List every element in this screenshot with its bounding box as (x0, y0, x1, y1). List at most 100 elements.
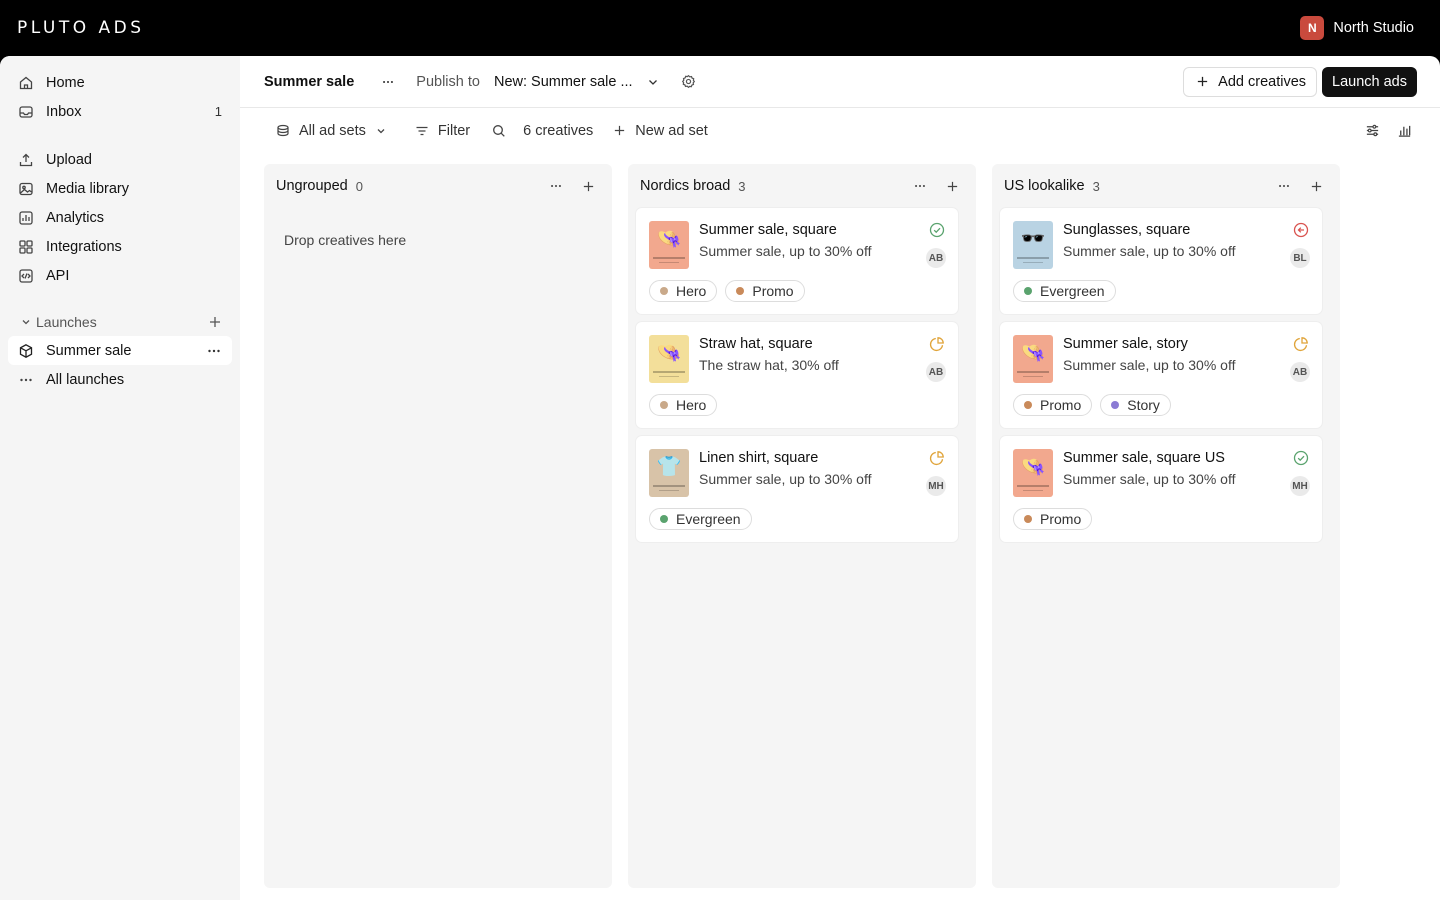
chevron-down-icon (377, 128, 385, 133)
creative-thumbnail: 👕 (649, 449, 689, 497)
more-horizontal-icon (1279, 184, 1289, 188)
sidebar-item-inbox[interactable]: Inbox 1 (8, 97, 232, 126)
column-more-button[interactable] (1272, 174, 1296, 198)
creative-title: Sunglasses, square (1063, 222, 1191, 238)
sidebar-item-home[interactable]: Home (8, 68, 232, 97)
view-settings-button[interactable] (1360, 119, 1384, 143)
ad-sets-label: All ad sets (299, 122, 366, 139)
publish-target-select[interactable]: New: Summer sale ... (494, 74, 633, 90)
more-horizontal-icon (383, 80, 394, 83)
creative-subtitle: Summer sale, up to 30% off (699, 243, 872, 259)
add-launch-icon[interactable] (208, 315, 222, 329)
column-add-button[interactable] (576, 174, 600, 198)
tag-color-dot (736, 287, 745, 295)
thumbnail-product-icon: 👒 (1020, 456, 1046, 478)
creative-card[interactable]: 👒 Summer sale, square Summer sale, up to… (636, 208, 958, 314)
creative-thumbnail: 👒 (1013, 449, 1053, 497)
tag-list: Promo (1013, 508, 1309, 530)
check-circle-icon (1293, 450, 1309, 466)
more-horizontal-icon (20, 378, 32, 381)
sidebar-item-all-launches[interactable]: All launches (8, 365, 232, 394)
thumbnail-product-icon: 👒 (1020, 342, 1046, 364)
launch-ads-button[interactable]: Launch ads (1322, 66, 1417, 97)
search-creatives[interactable]: 6 creatives (492, 123, 593, 139)
assignee-avatar[interactable]: AB (926, 248, 946, 268)
tag-color-dot (1111, 401, 1120, 409)
tag-chip[interactable]: Hero (649, 394, 718, 416)
creative-card[interactable]: 👒 Straw hat, square The straw hat, 30% o… (636, 322, 958, 428)
column-header: Ungrouped 0 (272, 176, 604, 196)
workspace-name: North Studio (1333, 20, 1414, 36)
column-add-button[interactable] (940, 174, 964, 198)
creative-title: Straw hat, square (699, 336, 813, 352)
sidebar: Home Inbox 1 Upload Media library Analyt… (0, 56, 240, 900)
creative-card[interactable]: 👕 Linen shirt, square Summer sale, up to… (636, 436, 958, 542)
thumbnail-product-icon: 👒 (656, 342, 682, 364)
sidebar-item-integrations[interactable]: Integrations (8, 232, 232, 261)
sidebar-item-label: Home (46, 74, 85, 91)
sidebar-item-summer-sale[interactable]: Summer sale (8, 336, 232, 365)
column-more-button[interactable] (544, 174, 568, 198)
new-ad-set-button[interactable]: New ad set (613, 123, 708, 139)
tag-color-dot (1024, 515, 1032, 523)
launch-header: Summer sale Publish to New: Summer sale … (240, 56, 1440, 108)
sidebar-item-media-library[interactable]: Media library (8, 174, 232, 203)
creative-card[interactable]: 🕶️ Sunglasses, square Summer sale, up to… (1000, 208, 1322, 314)
tag-chip[interactable]: Promo (1013, 508, 1093, 530)
publish-settings-button[interactable] (677, 70, 701, 94)
tag-label: Story (1127, 397, 1160, 413)
tag-chip[interactable]: Promo (1013, 394, 1093, 416)
launches-section-header[interactable]: Launches (8, 308, 232, 336)
sidebar-item-label: API (46, 267, 70, 284)
pie-progress-icon (929, 337, 944, 352)
tag-label: Promo (752, 283, 794, 299)
column-count: 3 (1092, 178, 1100, 194)
column-add-button[interactable] (1304, 174, 1328, 198)
column-count: 0 (355, 178, 363, 194)
ad-set-column: Nordics broad 3 👒 Summer sale, square Su… (628, 164, 976, 888)
column-name[interactable]: US lookalike (1004, 178, 1085, 194)
chart-view-button[interactable] (1392, 119, 1416, 143)
tag-chip[interactable]: Evergreen (1013, 280, 1116, 302)
assignee-avatar[interactable]: AB (1290, 362, 1310, 382)
upload-icon (19, 153, 33, 166)
sidebar-item-api[interactable]: API (8, 261, 232, 290)
workspace-avatar: N (1300, 16, 1325, 40)
sidebar-item-label: Inbox (46, 103, 82, 120)
add-creatives-button[interactable]: Add creatives (1183, 66, 1318, 97)
assignee-avatar[interactable]: MH (1290, 476, 1310, 496)
sidebar-item-upload[interactable]: Upload (8, 145, 232, 174)
tag-label: Promo (1040, 511, 1082, 527)
tag-list: Evergreen (1013, 280, 1309, 302)
app-shell: Home Inbox 1 Upload Media library Analyt… (0, 56, 1440, 900)
brand-logo[interactable]: PLUTO ADS (17, 18, 145, 38)
column-name[interactable]: Ungrouped (276, 178, 348, 194)
sidebar-item-analytics[interactable]: Analytics (8, 203, 232, 232)
tag-chip[interactable]: Story (1100, 394, 1171, 416)
ad-set-column: Ungrouped 0 Drop creatives here (264, 164, 612, 888)
tag-chip[interactable]: Hero (649, 280, 718, 302)
more-horizontal-icon[interactable] (206, 343, 222, 359)
tag-chip[interactable]: Promo (725, 280, 805, 302)
column-name[interactable]: Nordics broad (640, 178, 730, 194)
creative-card[interactable]: 👒 Summer sale, square US Summer sale, up… (1000, 436, 1322, 542)
assignee-avatar[interactable]: MH (926, 476, 946, 496)
drop-zone[interactable]: Drop creatives here (272, 208, 604, 272)
column-more-button[interactable] (908, 174, 932, 198)
page-title[interactable]: Summer sale (264, 74, 354, 90)
assignee-avatar[interactable]: BL (1290, 248, 1310, 268)
filter-button[interactable]: Filter (415, 123, 470, 139)
title-more-button[interactable] (376, 70, 400, 94)
sidebar-item-label: Upload (46, 151, 92, 168)
assignee-avatar[interactable]: AB (926, 362, 946, 382)
top-bar: PLUTO ADS N North Studio (0, 0, 1440, 56)
creative-subtitle: Summer sale, up to 30% off (1063, 357, 1236, 373)
workspace-switcher[interactable]: N North Studio (1300, 16, 1414, 40)
column-header: Nordics broad 3 (636, 176, 968, 196)
ad-sets-filter[interactable]: All ad sets (276, 123, 387, 139)
publish-dropdown-toggle[interactable] (641, 70, 665, 94)
creative-card[interactable]: 👒 Summer sale, story Summer sale, up to … (1000, 322, 1322, 428)
media-library-icon (19, 182, 33, 195)
tag-chip[interactable]: Evergreen (649, 508, 752, 530)
chevron-down-icon (22, 320, 30, 325)
